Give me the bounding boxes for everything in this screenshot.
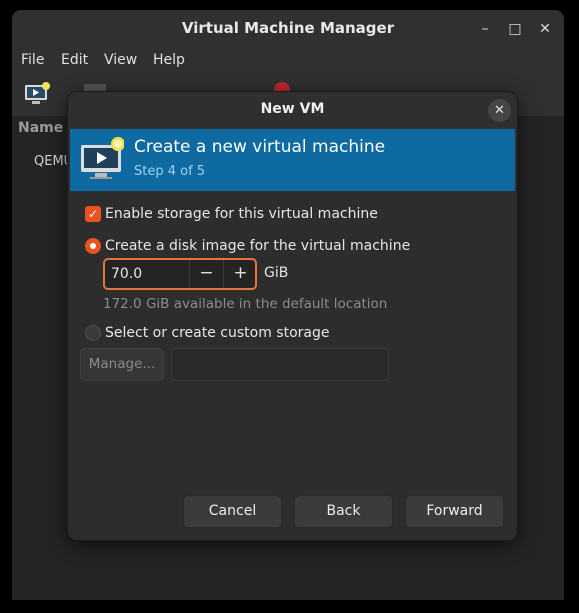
disk-size-unit: GiB	[264, 265, 289, 281]
menubar: File Edit View Help	[12, 48, 564, 74]
new-vm-icon[interactable]	[24, 82, 52, 108]
step-banner: Create a new virtual machine Step 4 of 5	[70, 129, 515, 191]
dialog-title: New VM	[260, 101, 325, 117]
close-icon[interactable]: ✕	[534, 18, 556, 40]
minimize-icon[interactable]: –	[474, 18, 496, 40]
banner-heading: Create a new virtual machine	[134, 137, 386, 157]
increase-size-button[interactable]: +	[223, 260, 257, 288]
new-vm-dialog: New VM ✕ Create a new virtual machine St…	[67, 91, 518, 541]
menu-view[interactable]: View	[104, 52, 137, 68]
disk-size-input[interactable]	[111, 265, 181, 283]
dialog-titlebar: New VM ✕	[68, 92, 517, 129]
custom-storage-radio[interactable]	[85, 325, 101, 341]
available-space-hint: 172.0 GiB available in the default locat…	[103, 296, 388, 312]
column-header-name[interactable]: Name	[18, 120, 63, 136]
menu-help[interactable]: Help	[153, 52, 185, 68]
back-button[interactable]: Back	[294, 495, 393, 528]
create-disk-radio[interactable]	[85, 238, 101, 254]
enable-storage-label[interactable]: Enable storage for this virtual machine	[105, 206, 378, 222]
manage-button[interactable]: Manage...	[80, 348, 164, 381]
banner-step: Step 4 of 5	[134, 164, 206, 179]
monitor-icon	[81, 137, 124, 179]
menu-file[interactable]: File	[21, 52, 44, 68]
disk-size-spinbutton: − +	[103, 258, 257, 290]
create-disk-label[interactable]: Create a disk image for the virtual mach…	[105, 238, 410, 254]
cancel-button[interactable]: Cancel	[183, 495, 282, 528]
dialog-close-icon[interactable]: ✕	[488, 99, 511, 122]
custom-storage-path-input[interactable]	[171, 348, 389, 381]
menu-edit[interactable]: Edit	[61, 52, 88, 68]
decrease-size-button[interactable]: −	[189, 260, 223, 288]
main-titlebar: Virtual Machine Manager – □ ✕	[12, 10, 564, 48]
maximize-icon[interactable]: □	[504, 18, 526, 40]
enable-storage-checkbox[interactable]: ✓	[85, 206, 101, 222]
forward-button[interactable]: Forward	[405, 495, 504, 528]
custom-storage-label[interactable]: Select or create custom storage	[105, 325, 330, 341]
